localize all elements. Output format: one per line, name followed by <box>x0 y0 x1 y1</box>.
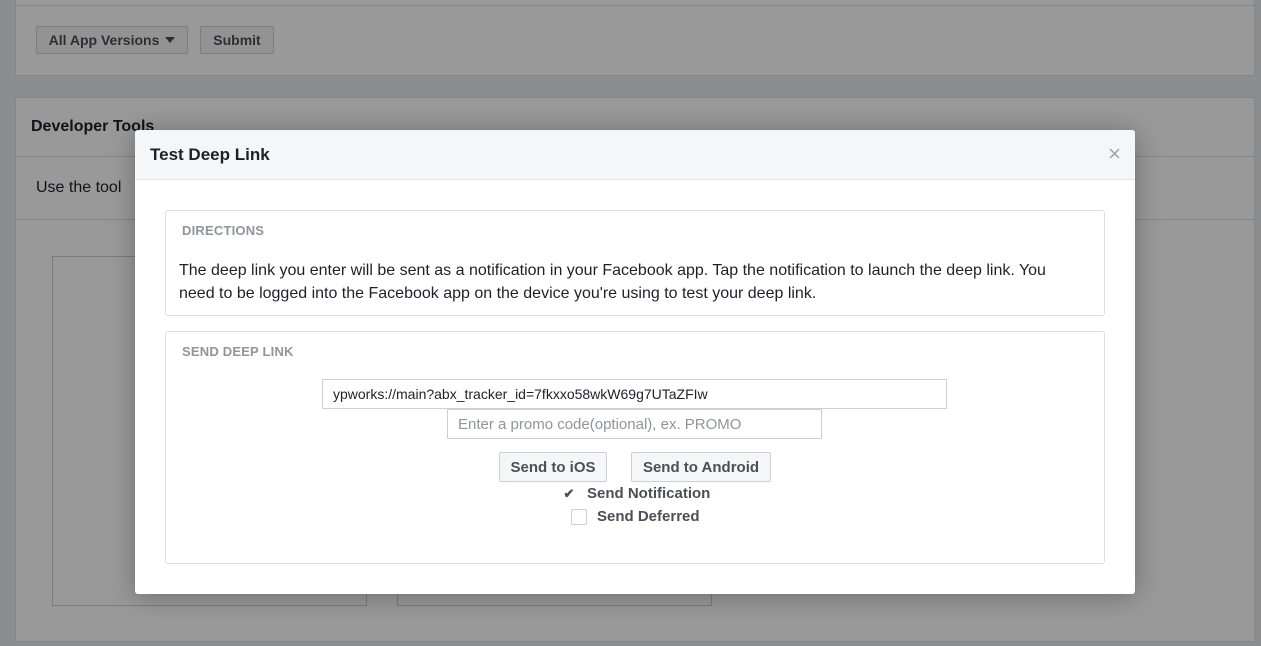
send-deferred-checkbox[interactable] <box>571 508 587 525</box>
directions-text: The deep link you enter will be sent as … <box>179 262 1046 302</box>
dialog-header: Test Deep Link × <box>135 130 1135 180</box>
send-notification-option[interactable]: ✔ Send Notification <box>561 485 711 502</box>
test-deep-link-dialog: Test Deep Link × DIRECTIONS The deep lin… <box>135 130 1135 594</box>
directions-label: DIRECTIONS <box>182 223 265 238</box>
send-notification-checkbox[interactable]: ✔ <box>561 486 577 502</box>
directions-section: DIRECTIONS The deep link you enter will … <box>165 210 1105 316</box>
close-icon[interactable]: × <box>1108 142 1121 166</box>
send-deferred-label: Send Deferred <box>597 508 700 525</box>
promo-code-input[interactable] <box>447 409 822 439</box>
send-to-ios-button[interactable]: Send to iOS <box>499 452 607 482</box>
deep-link-input[interactable] <box>322 379 947 409</box>
dialog-title: Test Deep Link <box>150 145 270 164</box>
send-to-android-button[interactable]: Send to Android <box>631 452 771 482</box>
send-notification-label: Send Notification <box>587 485 711 502</box>
send-deep-link-label: SEND DEEP LINK <box>182 344 294 359</box>
checkmark-icon: ✔ <box>563 486 575 501</box>
send-deferred-option[interactable]: Send Deferred <box>571 508 700 525</box>
send-deep-link-section: SEND DEEP LINK Send to iOS Send to Andro… <box>165 331 1105 564</box>
